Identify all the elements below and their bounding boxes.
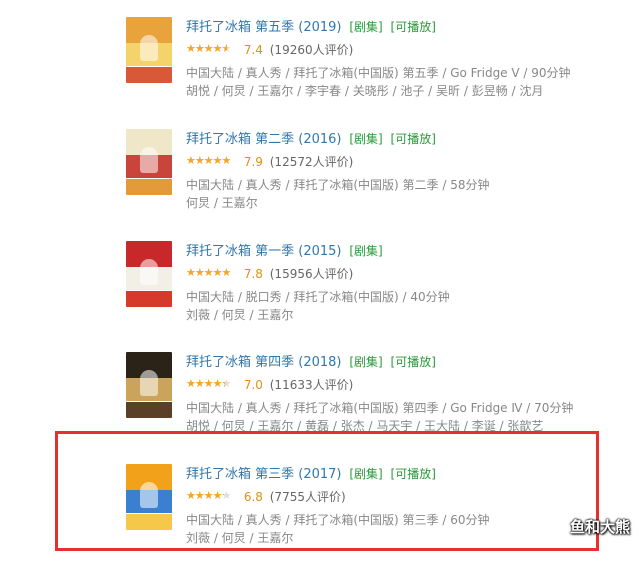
result-item: 拜托了冰箱 第四季 (2018) [剧集] [可播放] ★★★★★ ★★★★★ … (0, 352, 640, 460)
star-icon: ★★★★★ (186, 377, 225, 390)
title-line: 拜托了冰箱 第三季 (2017) [剧集] [可播放] (186, 464, 626, 484)
result-info: 拜托了冰箱 第一季 (2015) [剧集] ★★★★★ ★★★★★ 7.8 (1… (186, 241, 626, 324)
star-rating: ★★★★★ ★★★★★ (186, 42, 238, 55)
rating-score: 7.8 (243, 267, 263, 281)
rating-score: 7.4 (243, 43, 263, 57)
star-icon: ★★★★★ (186, 154, 230, 167)
cast-list: 胡悦 / 何炅 / 王嘉尔 / 黄磊 / 张杰 / 马天宇 / 王大陆 / 李诞… (186, 419, 544, 433)
series-tag[interactable]: [剧集] (349, 244, 382, 258)
series-tag[interactable]: [剧集] (349, 20, 382, 34)
meta-info: 中国大陆 / 真人秀 / 拜托了冰箱(中国版) 第二季 / 58分钟 (186, 178, 490, 192)
meta-info: 中国大陆 / 真人秀 / 拜托了冰箱(中国版) 第五季 / Go Fridge … (186, 66, 571, 80)
meta-info: 中国大陆 / 脱口秀 / 拜托了冰箱(中国版) / 40分钟 (186, 290, 450, 304)
star-icon: ★★★★★ (186, 489, 224, 502)
poster-image[interactable] (126, 17, 172, 83)
result-title-link[interactable]: 拜托了冰箱 第三季 (2017) (186, 467, 342, 482)
poster-image[interactable] (126, 464, 172, 530)
watermark: 鱼和大熊 (569, 518, 630, 536)
playable-tag[interactable]: [可播放] (391, 355, 436, 369)
poster-image[interactable] (126, 129, 172, 195)
star-rating: ★★★★★ ★★★★★ (186, 154, 238, 167)
result-item: 拜托了冰箱 第一季 (2015) [剧集] ★★★★★ ★★★★★ 7.8 (1… (0, 241, 640, 349)
cast-list: 胡悦 / 何炅 / 王嘉尔 / 李宇春 / 关晓彤 / 池子 / 吴昕 / 彭昱… (186, 84, 544, 98)
rating-line: ★★★★★ ★★★★★ 7.0 (11633人评价) (186, 376, 626, 394)
title-line: 拜托了冰箱 第一季 (2015) [剧集] (186, 241, 626, 261)
result-title-link[interactable]: 拜托了冰箱 第二季 (2016) (186, 132, 342, 147)
result-info: 拜托了冰箱 第二季 (2016) [剧集] [可播放] ★★★★★ ★★★★★ … (186, 129, 626, 212)
cast-list: 刘薇 / 何炅 / 王嘉尔 (186, 531, 294, 545)
rating-score: 6.8 (243, 490, 263, 504)
cast-list: 刘薇 / 何炅 / 王嘉尔 (186, 308, 294, 322)
playable-tag[interactable]: [可播放] (391, 467, 436, 481)
result-info: 拜托了冰箱 第三季 (2017) [剧集] [可播放] ★★★★★ ★★★★★ … (186, 464, 626, 547)
result-item: 拜托了冰箱 第三季 (2017) [剧集] [可播放] ★★★★★ ★★★★★ … (0, 464, 640, 572)
cast-list: 何炅 / 王嘉尔 (186, 196, 258, 210)
poster-image[interactable] (126, 352, 172, 418)
result-item: 拜托了冰箱 第五季 (2019) [剧集] [可播放] ★★★★★ ★★★★★ … (0, 17, 640, 125)
star-icon: ★★★★★ (186, 266, 230, 279)
playable-tag[interactable]: [可播放] (391, 20, 436, 34)
title-line: 拜托了冰箱 第四季 (2018) [剧集] [可播放] (186, 352, 626, 372)
series-tag[interactable]: [剧集] (349, 467, 382, 481)
rating-count: (11633人评价) (269, 378, 354, 392)
star-icon: ★★★★★ (186, 42, 227, 55)
rating-count: (19260人评价) (269, 43, 354, 57)
result-info: 拜托了冰箱 第五季 (2019) [剧集] [可播放] ★★★★★ ★★★★★ … (186, 17, 626, 100)
rating-score: 7.9 (243, 155, 263, 169)
meta-info: 中国大陆 / 真人秀 / 拜托了冰箱(中国版) 第四季 / Go Fridge … (186, 401, 574, 415)
rating-line: ★★★★★ ★★★★★ 7.4 (19260人评价) (186, 41, 626, 59)
poster-image[interactable] (126, 241, 172, 307)
star-rating: ★★★★★ ★★★★★ (186, 377, 238, 390)
series-tag[interactable]: [剧集] (349, 132, 382, 146)
playable-tag[interactable]: [可播放] (391, 132, 436, 146)
rating-line: ★★★★★ ★★★★★ 6.8 (7755人评价) (186, 488, 626, 506)
rating-line: ★★★★★ ★★★★★ 7.8 (15956人评价) (186, 265, 626, 283)
result-title-link[interactable]: 拜托了冰箱 第四季 (2018) (186, 355, 342, 370)
star-rating: ★★★★★ ★★★★★ (186, 489, 238, 502)
rating-line: ★★★★★ ★★★★★ 7.9 (12572人评价) (186, 153, 626, 171)
result-title-link[interactable]: 拜托了冰箱 第一季 (2015) (186, 244, 342, 259)
result-title-link[interactable]: 拜托了冰箱 第五季 (2019) (186, 20, 342, 35)
meta-info: 中国大陆 / 真人秀 / 拜托了冰箱(中国版) 第三季 / 60分钟 (186, 513, 490, 527)
rating-score: 7.0 (243, 378, 263, 392)
title-line: 拜托了冰箱 第二季 (2016) [剧集] [可播放] (186, 129, 626, 149)
result-item: 拜托了冰箱 第二季 (2016) [剧集] [可播放] ★★★★★ ★★★★★ … (0, 129, 640, 237)
rating-count: (15956人评价) (269, 267, 354, 281)
result-info: 拜托了冰箱 第四季 (2018) [剧集] [可播放] ★★★★★ ★★★★★ … (186, 352, 626, 435)
star-rating: ★★★★★ ★★★★★ (186, 266, 238, 279)
title-line: 拜托了冰箱 第五季 (2019) [剧集] [可播放] (186, 17, 626, 37)
rating-count: (7755人评价) (269, 490, 346, 504)
rating-count: (12572人评价) (269, 155, 354, 169)
series-tag[interactable]: [剧集] (349, 355, 382, 369)
